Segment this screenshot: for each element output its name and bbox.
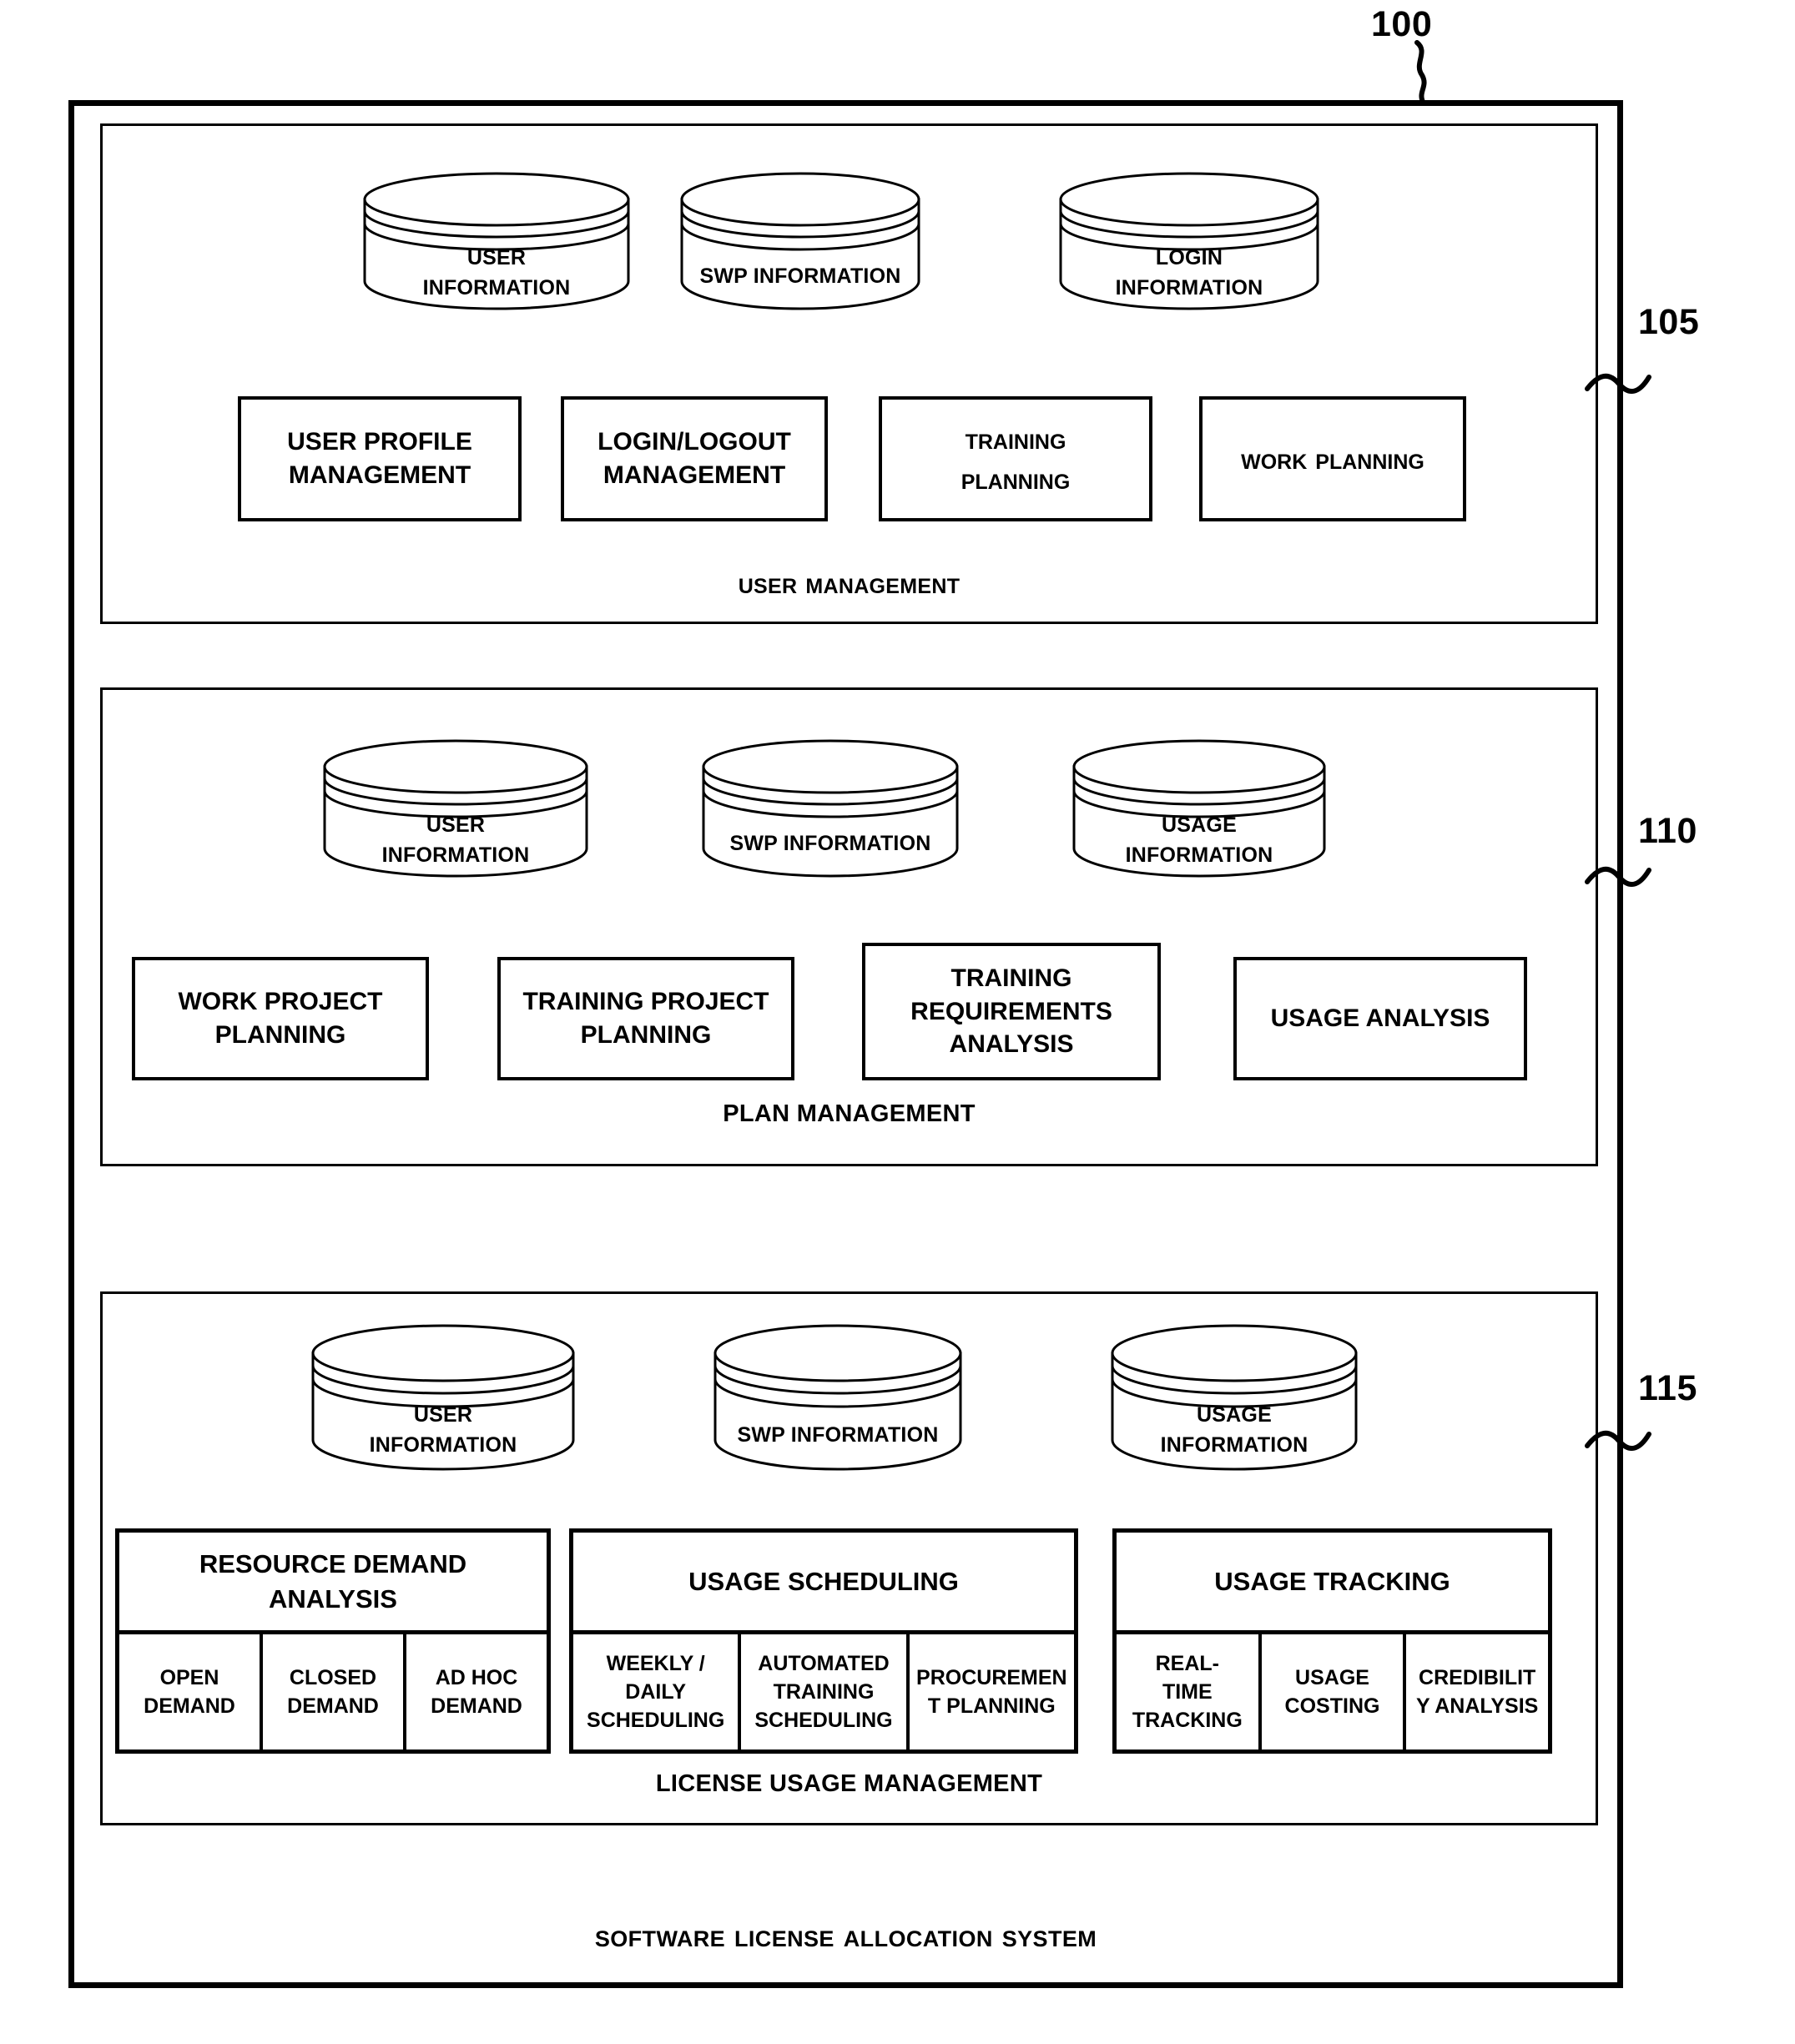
- group-cell-row: OPEN DEMAND CLOSED DEMAND AD HOC DEMAND: [119, 1634, 547, 1749]
- group-cell-row: REAL- TIME TRACKING USAGE COSTING CREDIB…: [1117, 1634, 1548, 1749]
- module-caption-user-management: User management: [738, 567, 961, 600]
- database-cylinder-icon: USAGE INFORMATION: [1071, 739, 1327, 878]
- group-usage-tracking: USAGE TRACKING REAL- TIME TRACKING USAGE…: [1112, 1528, 1552, 1754]
- function-box-label: Work Planning: [1241, 441, 1424, 476]
- reference-numeral-110: 110: [1638, 811, 1697, 851]
- system-caption: Software License Allocation System: [594, 1919, 1097, 1954]
- function-box-label: USAGE ANALYSIS: [1270, 1004, 1490, 1033]
- module-caption-plan-management: PLAN MANAGEMENT: [723, 1100, 976, 1127]
- reference-numeral-105: 105: [1638, 302, 1700, 342]
- database-cylinder-icon: USER INFORMATION: [362, 172, 631, 310]
- cell-open-demand[interactable]: OPEN DEMAND: [119, 1634, 263, 1749]
- group-title-usage-scheduling: USAGE SCHEDULING: [573, 1533, 1074, 1634]
- function-box-training-planning[interactable]: Training Planning: [879, 396, 1152, 521]
- cell-usage-costing[interactable]: USAGE COSTING: [1262, 1634, 1407, 1749]
- database-cylinder-icon: SWP INFORMATION: [679, 172, 921, 310]
- leader-line-100-icon: [1414, 40, 1427, 106]
- function-box-training-project-planning[interactable]: TRAINING PROJECT PLANNING: [497, 957, 794, 1080]
- database-cylinder-icon: USER INFORMATION: [322, 739, 589, 878]
- leader-line-115-icon: [1585, 1431, 1651, 1451]
- database-cylinder-icon: SWP INFORMATION: [701, 739, 960, 878]
- database-cylinder-icon: LOGIN INFORMATION: [1058, 172, 1320, 310]
- group-resource-demand-analysis: RESOURCE DEMAND ANALYSIS OPEN DEMAND CLO…: [115, 1528, 551, 1754]
- group-title-resource-demand-analysis: RESOURCE DEMAND ANALYSIS: [119, 1533, 547, 1634]
- group-title-usage-tracking: USAGE TRACKING: [1117, 1533, 1548, 1634]
- function-box-label: LOGIN/LOGOUT MANAGEMENT: [597, 428, 791, 489]
- function-box-label: WORK PROJECT PLANNING: [178, 988, 383, 1049]
- leader-line-105-icon: [1585, 374, 1651, 394]
- cell-automated-training-scheduling[interactable]: AUTOMATED TRAINING SCHEDULING: [741, 1634, 910, 1749]
- database-cylinder-icon: SWP INFORMATION: [713, 1323, 963, 1471]
- group-usage-scheduling: USAGE SCHEDULING WEEKLY / DAILY SCHEDULI…: [569, 1528, 1078, 1754]
- function-box-label: Training Planning: [961, 421, 1071, 496]
- function-box-user-profile-management[interactable]: USER PROFILE MANAGEMENT: [238, 396, 522, 521]
- function-box-work-project-planning[interactable]: WORK PROJECT PLANNING: [132, 957, 429, 1080]
- function-box-usage-analysis[interactable]: USAGE ANALYSIS: [1233, 957, 1527, 1080]
- cell-real-time-tracking[interactable]: REAL- TIME TRACKING: [1117, 1634, 1262, 1749]
- function-box-login-logout-management[interactable]: LOGIN/LOGOUT MANAGEMENT: [561, 396, 828, 521]
- function-box-label: USER PROFILE MANAGEMENT: [287, 428, 472, 489]
- reference-numeral-100: 100: [1371, 4, 1433, 44]
- database-cylinder-icon: USAGE INFORMATION: [1110, 1323, 1359, 1471]
- cell-procurement-planning[interactable]: PROCUREMEN T PLANNING: [910, 1634, 1074, 1749]
- function-box-label: TRAINING PROJECT PLANNING: [522, 988, 769, 1049]
- function-box-training-requirements-analysis[interactable]: TRAINING REQUIREMENTS ANALYSIS: [862, 943, 1161, 1080]
- cell-closed-demand[interactable]: CLOSED DEMAND: [263, 1634, 406, 1749]
- group-cell-row: WEEKLY / DAILY SCHEDULING AUTOMATED TRAI…: [573, 1634, 1074, 1749]
- reference-numeral-115: 115: [1638, 1368, 1697, 1408]
- cell-weekly-daily-scheduling[interactable]: WEEKLY / DAILY SCHEDULING: [573, 1634, 742, 1749]
- cell-ad-hoc-demand[interactable]: AD HOC DEMAND: [406, 1634, 547, 1749]
- function-box-work-planning[interactable]: Work Planning: [1199, 396, 1466, 521]
- patent-figure-page: 100 USER INFORMATION SWP INFORMATION LOG…: [0, 0, 1795, 2044]
- cell-credibility-analysis[interactable]: CREDIBILIT Y ANALYSIS: [1406, 1634, 1548, 1749]
- module-caption-license-usage-management: LICENSE USAGE MANAGEMENT: [655, 1770, 1043, 1797]
- leader-line-110-icon: [1585, 867, 1651, 887]
- database-cylinder-icon: USER INFORMATION: [310, 1323, 576, 1471]
- function-box-label: TRAINING REQUIREMENTS ANALYSIS: [910, 964, 1112, 1059]
